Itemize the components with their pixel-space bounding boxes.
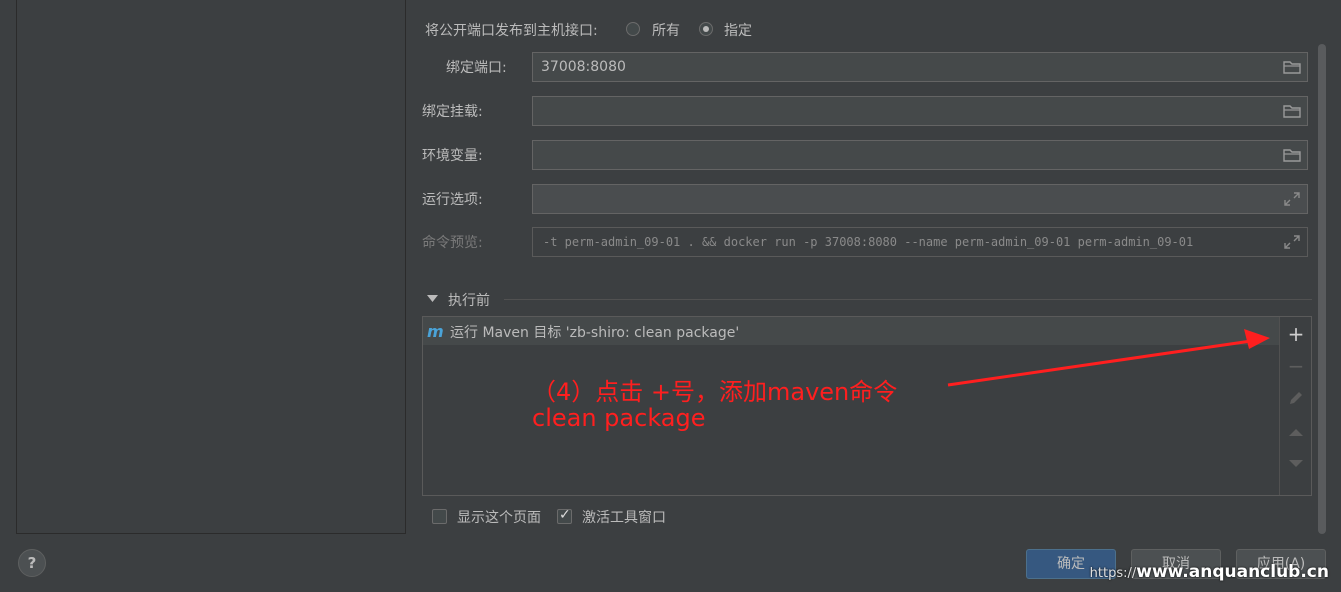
watermark: https://www.anquanclub.cn — [1090, 562, 1329, 582]
folder-icon[interactable] — [1283, 103, 1301, 119]
run-options-label: 运行选项: — [422, 192, 483, 208]
bind-ports-field[interactable]: 37008:8080 — [532, 52, 1308, 82]
collapse-triangle-icon[interactable] — [427, 295, 438, 303]
show-page-checkbox[interactable] — [432, 509, 447, 524]
bind-mounts-label: 绑定挂载: — [422, 104, 483, 120]
expand-icon[interactable] — [1283, 234, 1301, 250]
move-down-icon[interactable] — [1288, 459, 1304, 469]
radio-all-label[interactable]: 所有 — [652, 20, 680, 40]
svg-text:m: m — [427, 323, 444, 339]
run-options-field[interactable] — [532, 184, 1308, 214]
scrollbar[interactable] — [1318, 44, 1326, 534]
command-preview-field: -t perm-admin_09-01 . && docker run -p 3… — [532, 227, 1308, 257]
bind-mounts-field[interactable] — [532, 96, 1308, 126]
help-button[interactable]: ? — [18, 549, 46, 577]
list-toolbar: + − — [1279, 317, 1312, 495]
task-label: 运行 Maven 目标 'zb-shiro: clean package' — [450, 325, 740, 341]
move-up-icon[interactable] — [1288, 427, 1304, 437]
maven-icon: m — [427, 323, 444, 339]
add-icon[interactable]: + — [1284, 322, 1308, 346]
folder-icon[interactable] — [1283, 147, 1301, 163]
folder-icon[interactable] — [1283, 59, 1301, 75]
watermark-site: www.anquanclub.cn — [1136, 562, 1329, 582]
bind-ports-value: 37008:8080 — [541, 59, 626, 75]
edit-icon[interactable] — [1287, 389, 1305, 407]
before-launch-title[interactable]: 执行前 — [448, 290, 490, 310]
annotation-arrow — [947, 329, 1270, 387]
command-preview-label: 命令预览: — [422, 235, 483, 251]
config-tree-panel — [16, 0, 406, 534]
radio-specified-label[interactable]: 指定 — [724, 20, 752, 40]
env-vars-label: 环境变量: — [422, 148, 483, 164]
radio-specified[interactable] — [699, 22, 713, 36]
expand-icon[interactable] — [1283, 191, 1301, 207]
remove-icon[interactable]: − — [1284, 354, 1308, 378]
section-divider — [504, 299, 1312, 300]
publish-ports-label: 将公开端口发布到主机接口: — [425, 23, 598, 39]
watermark-prefix: https:// — [1089, 566, 1137, 581]
radio-all[interactable] — [626, 22, 640, 36]
bind-ports-label: 绑定端口: — [446, 60, 507, 76]
annotation-line-2: clean package — [532, 404, 706, 432]
activate-tool-window-label[interactable]: 激活工具窗口 — [582, 507, 666, 527]
show-page-label[interactable]: 显示这个页面 — [457, 507, 541, 527]
activate-tool-window-checkbox[interactable]: ✓ — [557, 507, 572, 524]
check-icon: ✓ — [559, 507, 571, 523]
annotation-line-1: （4）点击 +号，添加maven命令 — [532, 378, 898, 406]
env-vars-field[interactable] — [532, 140, 1308, 170]
command-preview-value: -t perm-admin_09-01 . && docker run -p 3… — [543, 235, 1194, 249]
